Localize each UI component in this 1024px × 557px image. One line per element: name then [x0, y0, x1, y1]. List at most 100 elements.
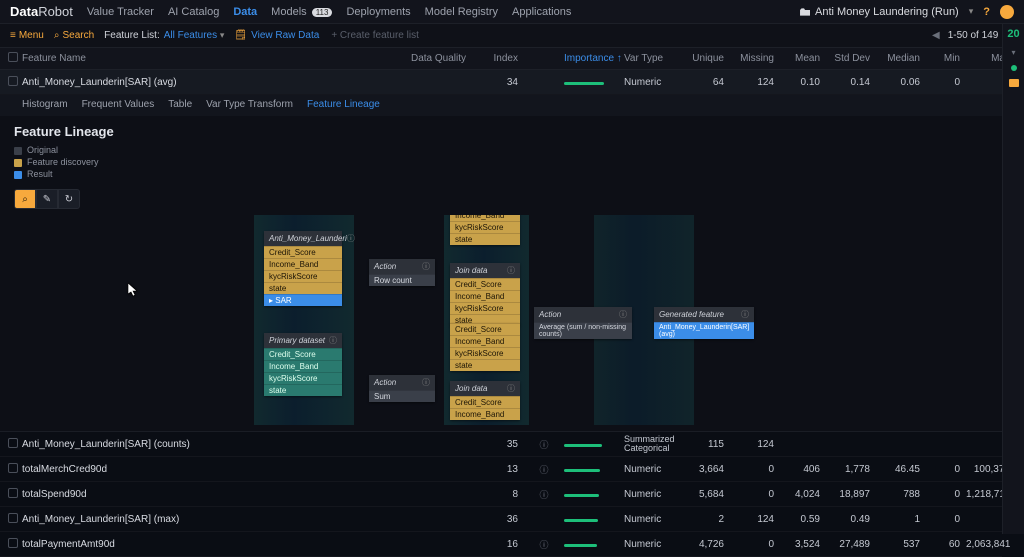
feature-row[interactable]: Anti_Money_Launderin[SAR] (avg) 34 Numer… — [0, 70, 1002, 95]
cell-missing: 124 — [730, 514, 780, 525]
col-data-quality[interactable]: Data Quality — [322, 53, 472, 64]
cell-min: 0 — [926, 464, 966, 475]
feature-name: totalMerchCred90d — [22, 464, 322, 475]
lineage-toolbar: ⌕ ✎ ↻ — [14, 189, 988, 209]
legend-discovery: Feature discovery — [14, 157, 988, 167]
cell-index: 35 — [472, 439, 524, 450]
info-icon[interactable]: ⓘ — [539, 540, 548, 550]
nav-deployments[interactable]: Deployments — [346, 6, 410, 18]
nav-model-registry[interactable]: Model Registry — [425, 6, 498, 18]
legend-original: Original — [14, 145, 988, 155]
search-button[interactable]: Search — [54, 30, 94, 41]
info-icon[interactable]: ⓘ — [422, 377, 430, 388]
reset-button[interactable]: ↻ — [58, 189, 80, 209]
feature-row[interactable]: totalSpend90d 8 ⓘ Numeric 5,684 0 4,024 … — [0, 482, 1002, 507]
cell-min: 0 — [926, 77, 966, 88]
node-action-average[interactable]: Actionⓘ Average (sum / non-missing count… — [534, 307, 632, 339]
feature-row[interactable]: totalMerchCred90d 13 ⓘ Numeric 3,664 0 4… — [0, 457, 1002, 482]
tab-vartype-transform[interactable]: Var Type Transform — [206, 99, 293, 110]
row-checkbox[interactable] — [8, 488, 18, 498]
importance-bar — [564, 544, 597, 547]
help-icon[interactable]: ? — [983, 6, 990, 18]
cell-unique: 4,726 — [680, 539, 730, 550]
node-col: Income_Band — [264, 360, 342, 372]
cell-median: 1 — [876, 514, 926, 525]
view-raw-data-link[interactable]: View Raw Data — [234, 30, 319, 41]
info-icon[interactable]: ⓘ — [507, 265, 515, 276]
menu-button[interactable]: Menu — [10, 30, 44, 41]
info-icon[interactable]: ⓘ — [619, 309, 627, 320]
importance-bar — [564, 82, 604, 85]
info-icon[interactable]: ⓘ — [539, 440, 548, 450]
node-action-rowcount[interactable]: Action ⓘ Row count — [369, 259, 435, 286]
feature-list-dropdown[interactable]: All Features ▾ — [164, 30, 225, 41]
brand-strong: Data — [10, 4, 38, 19]
node-action-sum[interactable]: Actionⓘ Sum — [369, 375, 435, 402]
status-dot-icon[interactable] — [1011, 65, 1017, 71]
row-checkbox[interactable] — [8, 513, 18, 523]
col-feature-name[interactable]: Feature Name — [22, 53, 322, 64]
tab-histogram[interactable]: Histogram — [22, 99, 68, 110]
node-primary-dataset[interactable]: Primary datasetⓘ Credit_Score Income_Ban… — [264, 333, 342, 396]
nav-ai-catalog[interactable]: AI Catalog — [168, 6, 219, 18]
col-stddev[interactable]: Std Dev — [826, 53, 876, 64]
info-icon[interactable]: ⓘ — [507, 383, 515, 394]
info-icon[interactable]: ⓘ — [347, 233, 355, 244]
col-mean[interactable]: Mean — [780, 53, 826, 64]
workers-count[interactable]: 20 — [1007, 28, 1019, 40]
user-avatar[interactable] — [1000, 5, 1014, 19]
col-missing[interactable]: Missing — [730, 53, 780, 64]
col-unique[interactable]: Unique — [680, 53, 730, 64]
node-join-2[interactable]: Join dataⓘ Credit_Score Income_Band kycR… — [450, 263, 520, 326]
chevron-down-icon[interactable]: ▾ — [1011, 48, 1015, 57]
node-join-3[interactable]: Credit_Score Income_Band kycRiskScore st… — [450, 323, 520, 371]
feature-row[interactable]: totalPaymentAmt90d 16 ⓘ Numeric 4,726 0 … — [0, 532, 1002, 557]
node-title: Action — [374, 262, 396, 271]
info-icon[interactable]: ⓘ — [539, 465, 548, 475]
page-prev-icon[interactable]: ◀ — [932, 30, 940, 41]
col-median[interactable]: Median — [876, 53, 926, 64]
cell-vartype: Numeric — [624, 539, 680, 550]
col-min[interactable]: Min — [926, 53, 966, 64]
info-icon[interactable]: ⓘ — [422, 261, 430, 272]
select-all-checkbox[interactable] — [8, 52, 18, 62]
row-checkbox[interactable] — [8, 76, 18, 86]
tab-table[interactable]: Table — [168, 99, 192, 110]
row-checkbox[interactable] — [8, 463, 18, 473]
node-aml-dataset[interactable]: Anti_Money_Launderiⓘ Credit_Score Income… — [264, 231, 342, 306]
col-index[interactable]: Index — [472, 53, 524, 64]
info-icon[interactable]: ⓘ — [539, 490, 548, 500]
node-generated-feature[interactable]: Generated featureⓘ Anti_Money_Launderin[… — [654, 307, 754, 339]
nav-models[interactable]: Models 113 — [271, 6, 332, 18]
brand-logo[interactable]: DataRobot — [10, 4, 73, 19]
node-col: Credit_Score — [264, 348, 342, 360]
nav-applications[interactable]: Applications — [512, 6, 571, 18]
create-feature-list-link[interactable]: + Create feature list — [331, 30, 419, 41]
cell-vartype: Numeric — [624, 489, 680, 500]
cell-unique: 3,664 — [680, 464, 730, 475]
nav-data[interactable]: Data — [233, 6, 257, 18]
col-var-type[interactable]: Var Type — [624, 53, 680, 64]
feature-list-label: Feature List: — [104, 30, 160, 41]
col-importance[interactable]: Importance — [564, 53, 624, 64]
node-label: Row count — [369, 274, 435, 286]
nav-value-tracker[interactable]: Value Tracker — [87, 6, 154, 18]
tab-frequent-values[interactable]: Frequent Values — [82, 99, 155, 110]
zoom-button[interactable]: ⌕ — [14, 189, 36, 209]
project-selector[interactable]: Anti Money Laundering (Run) — [800, 6, 959, 18]
chevron-down-icon[interactable]: ▾ — [969, 6, 974, 17]
info-icon[interactable]: ⓘ — [329, 335, 337, 346]
node-join-4[interactable]: Join dataⓘ Credit_Score Income_Band — [450, 381, 520, 420]
node-join-1[interactable]: Income_Band kycRiskScore state — [450, 215, 520, 245]
row-checkbox[interactable] — [8, 438, 18, 448]
info-icon[interactable]: ⓘ — [741, 309, 749, 320]
sidebar-toggle-icon[interactable] — [1009, 79, 1019, 87]
node-col: kycRiskScore — [264, 270, 342, 282]
feature-row[interactable]: Anti_Money_Launderin[SAR] (counts) 35 ⓘ … — [0, 432, 1002, 457]
cell-unique: 2 — [680, 514, 730, 525]
row-checkbox[interactable] — [8, 538, 18, 548]
pan-button[interactable]: ✎ — [36, 189, 58, 209]
tab-feature-lineage[interactable]: Feature Lineage — [307, 99, 380, 110]
lineage-canvas[interactable]: Anti_Money_Launderiⓘ Credit_Score Income… — [14, 215, 988, 425]
feature-row[interactable]: Anti_Money_Launderin[SAR] (max) 36 Numer… — [0, 507, 1002, 532]
